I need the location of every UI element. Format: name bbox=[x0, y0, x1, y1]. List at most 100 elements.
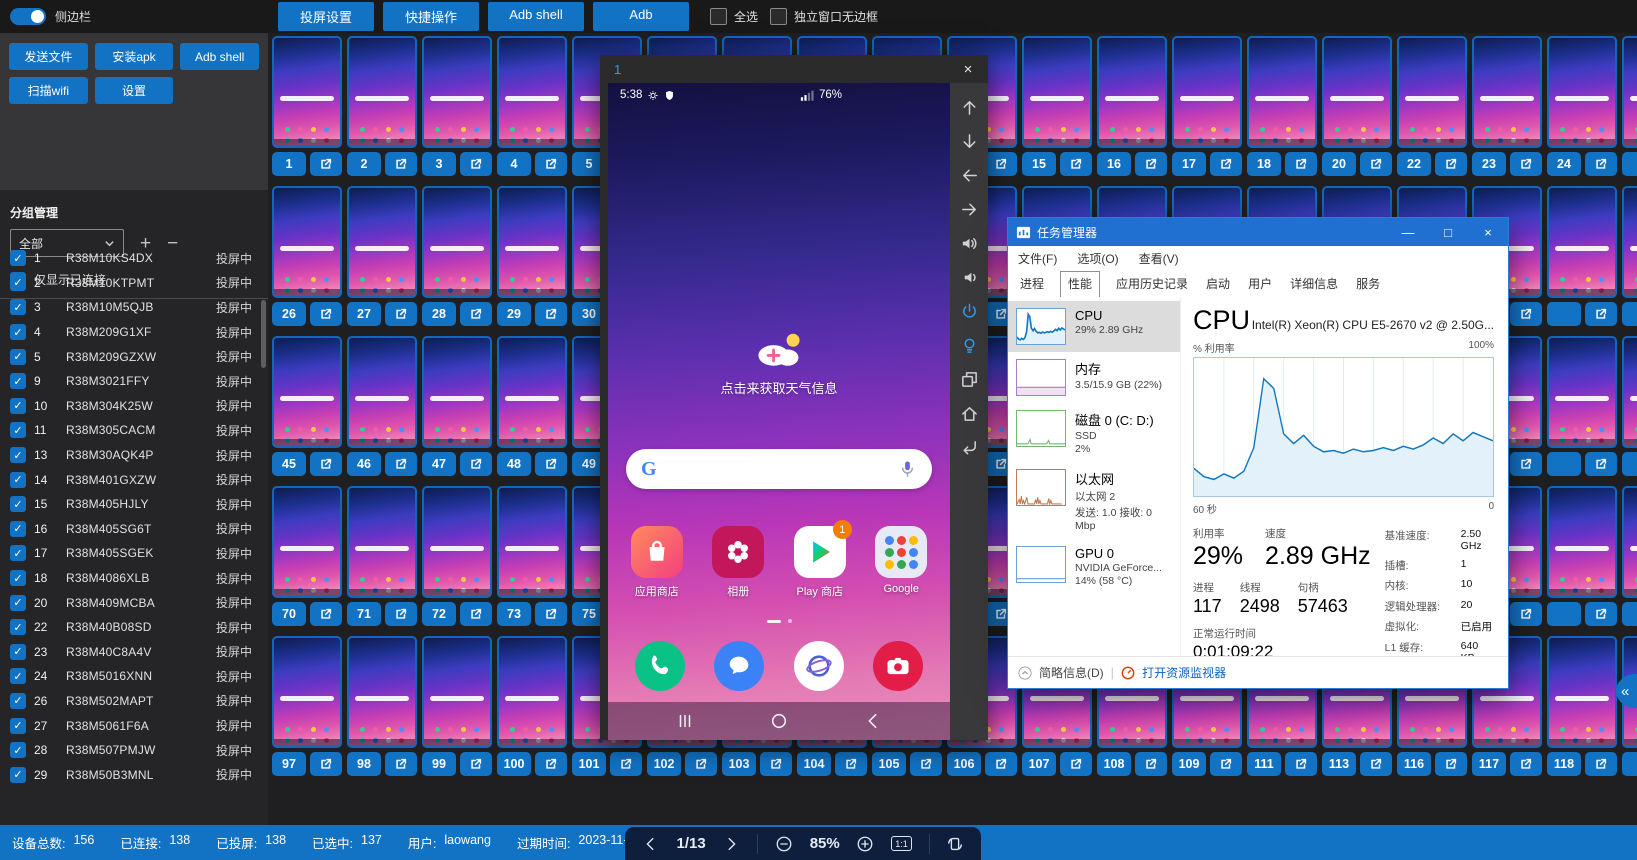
device-thumbnail[interactable] bbox=[272, 636, 342, 748]
open-window-button[interactable] bbox=[310, 752, 342, 776]
open-window-button[interactable] bbox=[310, 452, 342, 476]
open-window-button[interactable] bbox=[385, 602, 417, 626]
open-window-button[interactable] bbox=[535, 452, 567, 476]
perf-sidebar-item-内存[interactable]: 内存 3.5/15.9 GB (22%) bbox=[1008, 352, 1180, 403]
next-page-button[interactable] bbox=[722, 835, 740, 853]
app-google-folder[interactable]: Google bbox=[869, 526, 933, 599]
device-cell[interactable]: 2 bbox=[347, 36, 417, 176]
open-window-button[interactable] bbox=[385, 302, 417, 326]
device-thumbnail[interactable] bbox=[422, 486, 492, 598]
down-icon[interactable] bbox=[958, 131, 980, 152]
open-window-button[interactable] bbox=[460, 602, 492, 626]
back-icon[interactable] bbox=[958, 437, 980, 458]
device-thumbnail[interactable] bbox=[1622, 36, 1637, 148]
device-thumbnail[interactable] bbox=[1547, 336, 1617, 448]
device-list-row[interactable]: ✓ 28 R38M507PMJW 投屏中 bbox=[0, 738, 268, 763]
bulb-icon[interactable] bbox=[958, 335, 980, 356]
device-thumbnail[interactable] bbox=[497, 336, 567, 448]
device-cell[interactable]: 118 bbox=[1547, 636, 1617, 776]
device-cell[interactable]: 20 bbox=[1322, 36, 1392, 176]
browser-app-icon[interactable] bbox=[793, 641, 844, 691]
device-cell[interactable]: 45 bbox=[272, 336, 342, 476]
device-cell[interactable]: 4 bbox=[497, 36, 567, 176]
device-thumbnail[interactable] bbox=[422, 186, 492, 298]
open-window-button[interactable] bbox=[1585, 452, 1617, 476]
tab-详细信息[interactable]: 详细信息 bbox=[1288, 272, 1340, 297]
device-thumbnail[interactable] bbox=[497, 186, 567, 298]
device-cell[interactable] bbox=[1622, 36, 1637, 176]
toolbar-button[interactable]: 投屏设置 bbox=[278, 2, 374, 31]
device-cell[interactable]: 1 bbox=[272, 36, 342, 176]
open-window-button[interactable] bbox=[610, 752, 642, 776]
device-thumbnail[interactable] bbox=[1172, 36, 1242, 148]
device-thumbnail[interactable] bbox=[1547, 186, 1617, 298]
open-window-button[interactable] bbox=[1285, 152, 1317, 176]
open-window-button[interactable] bbox=[1210, 752, 1242, 776]
sidebar-toggle[interactable] bbox=[10, 8, 46, 25]
device-list-row[interactable]: ✓ 27 R38M5061F6A 投屏中 bbox=[0, 713, 268, 738]
device-list-row[interactable]: ✓ 29 R38M50B3MNL 投屏中 bbox=[0, 762, 268, 787]
device-thumbnail[interactable] bbox=[1547, 36, 1617, 148]
open-window-button[interactable] bbox=[460, 452, 492, 476]
perf-sidebar-item-磁盘-0-(c:-d:)[interactable]: 磁盘 0 (C: D:) SSD 2% bbox=[1008, 403, 1180, 462]
device-thumbnail[interactable] bbox=[497, 486, 567, 598]
open-window-button[interactable] bbox=[835, 752, 867, 776]
device-list-row[interactable]: ✓ 11 R38M305CACM 投屏中 bbox=[0, 418, 268, 443]
open-window-button[interactable] bbox=[910, 752, 942, 776]
device-list-row[interactable]: ✓ 24 R38M5016XNN 投屏中 bbox=[0, 664, 268, 689]
device-thumbnail[interactable] bbox=[272, 486, 342, 598]
collapse-circle-icon[interactable] bbox=[1018, 665, 1032, 680]
open-window-button[interactable] bbox=[460, 302, 492, 326]
device-cell[interactable]: 47 bbox=[422, 336, 492, 476]
device-list-row[interactable]: ✓ 9 R38M3021FFY 投屏中 bbox=[0, 369, 268, 394]
toolbar-button[interactable]: Adb bbox=[593, 2, 689, 31]
open-window-button[interactable] bbox=[460, 152, 492, 176]
phone-window-titlebar[interactable]: 1 × bbox=[600, 55, 988, 83]
tab-服务[interactable]: 服务 bbox=[1354, 272, 1382, 297]
volume-down-icon[interactable] bbox=[958, 267, 980, 288]
device-thumbnail[interactable] bbox=[1397, 36, 1467, 148]
device-cell[interactable]: 97 bbox=[272, 636, 342, 776]
power-icon[interactable] bbox=[958, 301, 980, 322]
open-window-button[interactable] bbox=[1060, 752, 1092, 776]
open-window-button[interactable] bbox=[1210, 152, 1242, 176]
device-thumbnail[interactable] bbox=[1622, 336, 1637, 448]
toolbar-checkbox[interactable]: 独立窗口无边框 bbox=[770, 8, 878, 25]
close-icon[interactable]: × bbox=[948, 55, 988, 83]
device-list-row[interactable]: ✓ 22 R38M40B08SD 投屏中 bbox=[0, 615, 268, 640]
home-icon[interactable] bbox=[958, 403, 980, 424]
device-thumbnail[interactable] bbox=[1247, 36, 1317, 148]
device-cell[interactable] bbox=[1547, 186, 1617, 326]
open-window-button[interactable] bbox=[535, 752, 567, 776]
open-window-button[interactable] bbox=[1510, 452, 1542, 476]
device-thumbnail[interactable] bbox=[347, 636, 417, 748]
device-cell[interactable]: 73 bbox=[497, 486, 567, 626]
device-thumbnail[interactable] bbox=[497, 636, 567, 748]
zoom-in-icon[interactable] bbox=[856, 835, 874, 853]
device-cell[interactable]: 70 bbox=[272, 486, 342, 626]
open-window-button[interactable] bbox=[1360, 752, 1392, 776]
phone-screen[interactable]: 5:38 76% 点击来获取天气信息 G 应用商店 相册 1 Play 商店 G… bbox=[608, 83, 950, 740]
app-gallery[interactable]: 相册 bbox=[706, 526, 770, 599]
tab-进程[interactable]: 进程 bbox=[1018, 272, 1046, 297]
weather-widget[interactable]: 点击来获取天气信息 bbox=[608, 331, 950, 397]
device-cell[interactable]: 18 bbox=[1247, 36, 1317, 176]
device-list-row[interactable]: ✓ 20 R38M409MCBA 投屏中 bbox=[0, 590, 268, 615]
device-list-row[interactable]: ✓ 23 R38M40C8A4V 投屏中 bbox=[0, 640, 268, 665]
device-thumbnail[interactable] bbox=[1472, 36, 1542, 148]
open-window-button[interactable] bbox=[385, 752, 417, 776]
open-window-button[interactable] bbox=[1585, 602, 1617, 626]
device-cell[interactable] bbox=[1622, 336, 1637, 476]
device-thumbnail[interactable] bbox=[1322, 36, 1392, 148]
device-list-row[interactable]: ✓ 18 R38M4086XLB 投屏中 bbox=[0, 566, 268, 591]
device-list-row[interactable]: ✓ 1 R38M10KS4DX 投屏中 bbox=[0, 246, 268, 271]
tab-启动[interactable]: 启动 bbox=[1204, 272, 1232, 297]
open-window-button[interactable] bbox=[685, 752, 717, 776]
fewer-details-button[interactable]: 简略信息(D) bbox=[1039, 664, 1104, 681]
menu-item[interactable]: 选项(O) bbox=[1077, 250, 1118, 267]
open-window-button[interactable] bbox=[1435, 752, 1467, 776]
open-window-button[interactable] bbox=[1435, 152, 1467, 176]
device-thumbnail[interactable] bbox=[347, 336, 417, 448]
windows-icon[interactable] bbox=[958, 369, 980, 390]
right-icon[interactable] bbox=[958, 199, 980, 220]
